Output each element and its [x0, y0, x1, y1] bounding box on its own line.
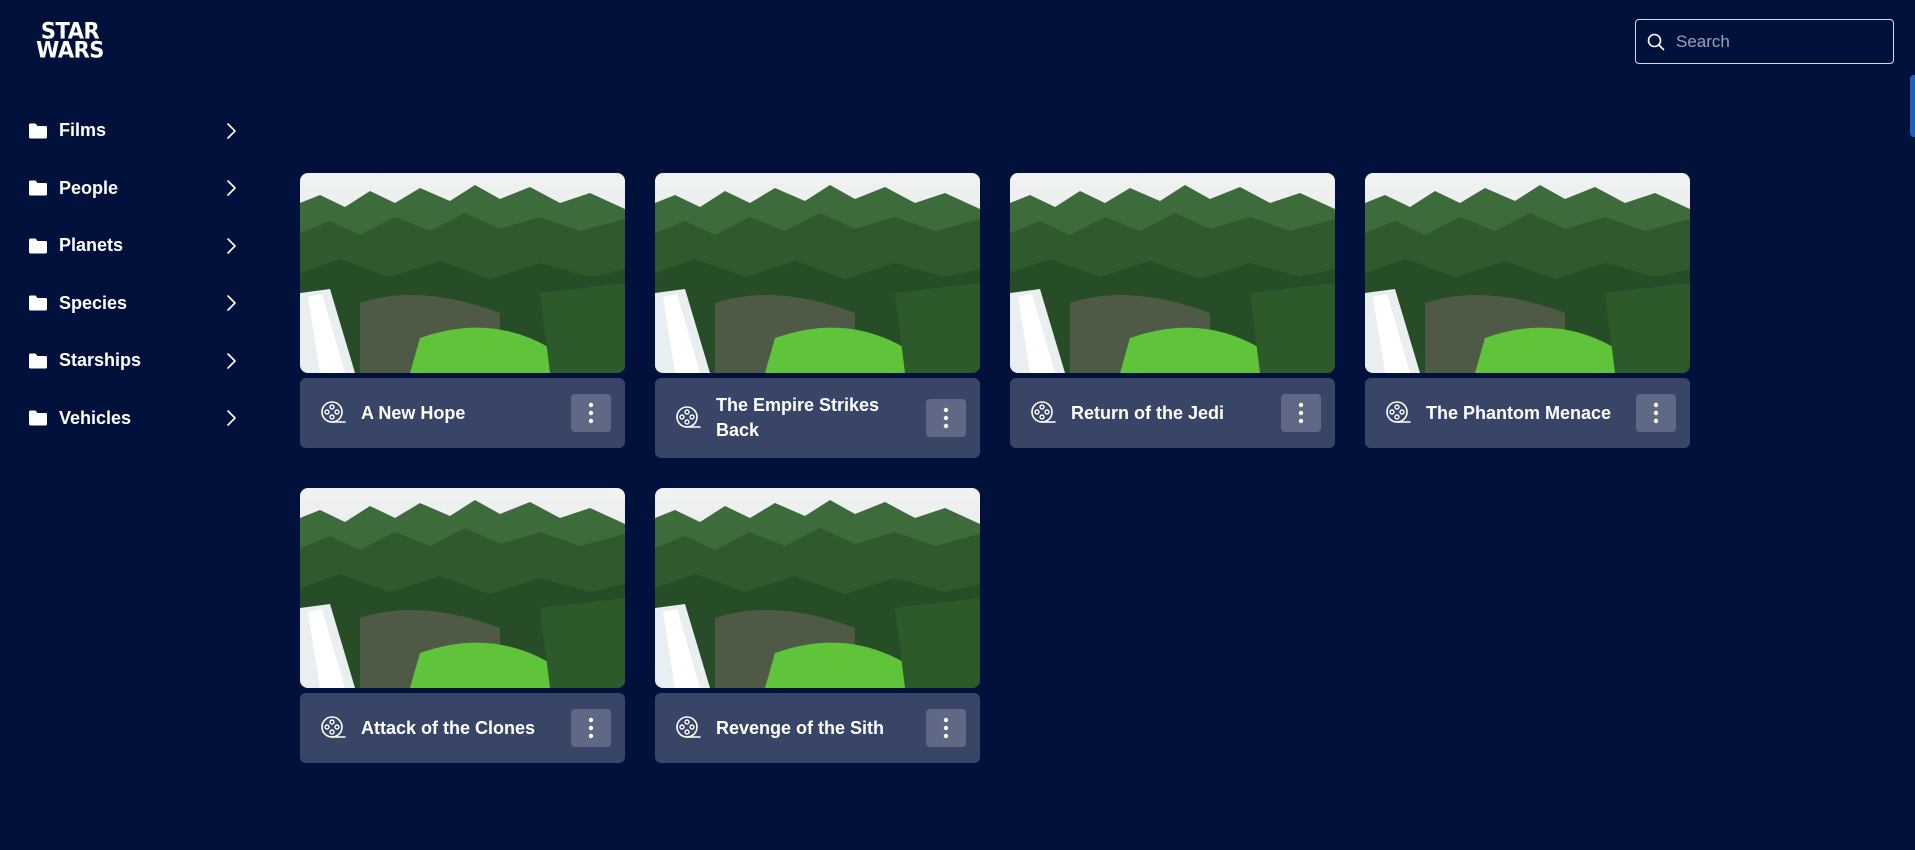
- more-options-button[interactable]: [926, 709, 966, 747]
- film-caption: The Phantom Menace: [1365, 378, 1690, 448]
- sidebar-item-label: People: [59, 177, 119, 198]
- sidebar-item-vehicles[interactable]: Vehicles: [28, 390, 248, 448]
- more-vertical-icon: [588, 402, 594, 424]
- folder-icon: [28, 179, 48, 197]
- film-card[interactable]: Return of the Jedi: [1010, 173, 1335, 448]
- chevron-right-icon[interactable]: [224, 179, 238, 197]
- film-reel-icon: [320, 715, 346, 741]
- film-caption: Revenge of the Sith: [655, 693, 980, 763]
- sidebar-item-label: Species: [59, 292, 128, 313]
- film-title[interactable]: Attack of the Clones: [361, 716, 571, 741]
- chevron-right-icon[interactable]: [224, 237, 238, 255]
- more-vertical-icon: [943, 407, 949, 429]
- film-reel-icon: [1385, 400, 1411, 426]
- chevron-right-icon[interactable]: [224, 352, 238, 370]
- folder-icon: [28, 294, 48, 312]
- film-title[interactable]: Return of the Jedi: [1071, 401, 1281, 426]
- film-caption: Return of the Jedi: [1010, 378, 1335, 448]
- more-options-button[interactable]: [571, 394, 611, 432]
- more-options-button[interactable]: [1281, 394, 1321, 432]
- scroll-indicator[interactable]: [1910, 75, 1915, 137]
- film-card[interactable]: Attack of the Clones: [300, 488, 625, 763]
- film-thumbnail[interactable]: [655, 488, 980, 688]
- film-title[interactable]: The Empire Strikes Back: [716, 393, 926, 443]
- more-options-button[interactable]: [1636, 394, 1676, 432]
- sidebar-item-films[interactable]: Films: [28, 102, 248, 160]
- sidebar-item-label: Films: [59, 120, 107, 141]
- more-vertical-icon: [943, 717, 949, 739]
- search-input[interactable]: [1674, 30, 1878, 53]
- sidebar-item-species[interactable]: Species: [28, 275, 248, 333]
- folder-icon: [28, 352, 48, 370]
- search-box[interactable]: [1635, 19, 1894, 64]
- film-caption: Attack of the Clones: [300, 693, 625, 763]
- sidebar-item-label: Starships: [59, 350, 142, 371]
- film-caption: The Empire Strikes Back: [655, 378, 980, 458]
- film-card[interactable]: The Phantom Menace: [1365, 173, 1690, 448]
- film-thumbnail[interactable]: [300, 173, 625, 373]
- film-card[interactable]: The Empire Strikes Back: [655, 173, 980, 458]
- folder-icon: [28, 409, 48, 427]
- sidebar-item-planets[interactable]: Planets: [28, 217, 248, 275]
- film-thumbnail[interactable]: [1010, 173, 1335, 373]
- sidebar-item-starships[interactable]: Starships: [28, 332, 248, 390]
- more-vertical-icon: [1653, 402, 1659, 424]
- film-reel-icon: [320, 400, 346, 426]
- more-options-button[interactable]: [571, 709, 611, 747]
- logo-line-2: WARS: [36, 37, 104, 63]
- film-title[interactable]: The Phantom Menace: [1426, 401, 1636, 426]
- film-title[interactable]: Revenge of the Sith: [716, 716, 926, 741]
- search-icon: [1646, 32, 1666, 52]
- star-wars-logo[interactable]: STAR WARS: [28, 20, 112, 63]
- chevron-right-icon[interactable]: [224, 409, 238, 427]
- chevron-right-icon[interactable]: [224, 294, 238, 312]
- film-caption: A New Hope: [300, 378, 625, 448]
- film-reel-icon: [675, 405, 701, 431]
- sidebar-nav: Films People Planets Species Starships V…: [28, 102, 248, 447]
- app-page: STAR WARS Films People Planets: [0, 0, 1915, 850]
- film-reel-icon: [1030, 400, 1056, 426]
- sidebar-item-label: Planets: [59, 235, 124, 256]
- film-thumbnail[interactable]: [655, 173, 980, 373]
- more-vertical-icon: [1298, 402, 1304, 424]
- folder-icon: [28, 237, 48, 255]
- film-reel-icon: [675, 715, 701, 741]
- sidebar-item-people[interactable]: People: [28, 160, 248, 218]
- film-thumbnail[interactable]: [1365, 173, 1690, 373]
- more-vertical-icon: [588, 717, 594, 739]
- film-card[interactable]: A New Hope: [300, 173, 625, 448]
- folder-icon: [28, 122, 48, 140]
- film-card[interactable]: Revenge of the Sith: [655, 488, 980, 763]
- sidebar-item-label: Vehicles: [59, 407, 132, 428]
- more-options-button[interactable]: [926, 399, 966, 437]
- film-thumbnail[interactable]: [300, 488, 625, 688]
- chevron-right-icon[interactable]: [224, 122, 238, 140]
- film-title[interactable]: A New Hope: [361, 401, 571, 426]
